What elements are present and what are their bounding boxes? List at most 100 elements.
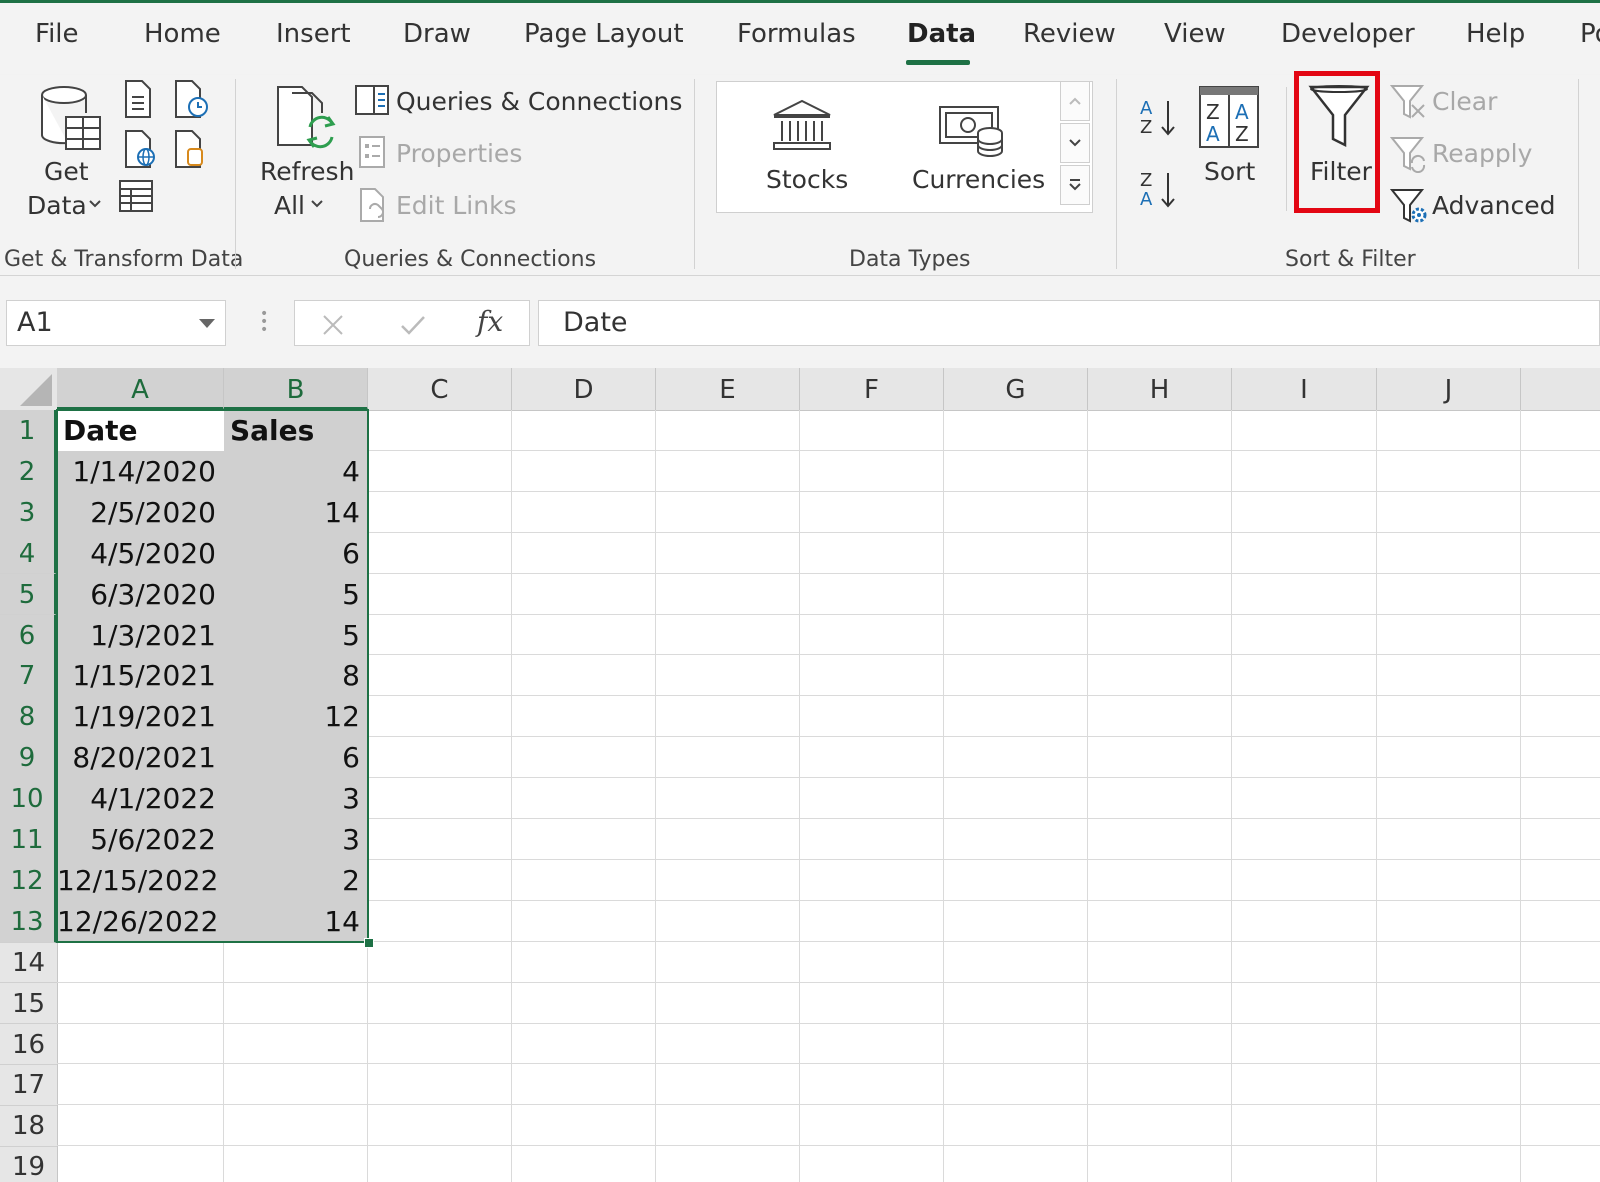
row-header-16[interactable]: 16 — [0, 1024, 57, 1066]
row-header-15[interactable]: 15 — [0, 983, 57, 1025]
tab-formulas[interactable]: Formulas — [737, 19, 856, 49]
row-gridline — [57, 981, 1600, 983]
column-header-e[interactable]: E — [656, 368, 800, 410]
gallery-scroll-up[interactable] — [1060, 81, 1090, 121]
column-header-j[interactable]: J — [1377, 368, 1521, 410]
svg-text:A: A — [1140, 189, 1153, 210]
spreadsheet-grid[interactable]: ABCDEFGHIJ 1 2 3 4 5 6 7 8 9 10 11 12 13 14 15 16 17 18 19… — [0, 368, 1600, 1182]
fill-handle[interactable] — [364, 937, 374, 948]
column-header-g[interactable]: G — [944, 368, 1088, 410]
column-gridline — [1376, 410, 1377, 1182]
filter-highlight-box — [1294, 71, 1380, 213]
row-gridline — [57, 1145, 1600, 1147]
column-header-a[interactable]: A — [57, 368, 224, 410]
advanced-label: Advanced — [1432, 191, 1556, 220]
clear-filter-icon — [1390, 85, 1425, 119]
row-header-7[interactable]: 7 — [0, 655, 57, 698]
formula-input-value: Date — [563, 307, 628, 338]
group-label-sort-filter: Sort & Filter — [1285, 247, 1416, 272]
group-separator — [1116, 79, 1117, 269]
sort-a-to-z-icon[interactable]: A Z — [1138, 95, 1180, 139]
formula-bar-buttons: fx — [294, 300, 530, 346]
from-web-icon[interactable] — [122, 129, 158, 169]
properties-label: Properties — [396, 139, 523, 168]
currencies-label: Currencies — [912, 165, 1046, 194]
tab-data[interactable]: Data — [907, 19, 976, 49]
column-gridline — [1520, 410, 1521, 1182]
row-header-14[interactable]: 14 — [0, 942, 57, 984]
row-header-11[interactable]: 11 — [0, 819, 57, 861]
group-separator — [1578, 79, 1579, 269]
existing-connections-icon[interactable] — [172, 129, 208, 169]
get-data-label-1: Get — [44, 157, 89, 186]
row-header-8[interactable]: 8 — [0, 696, 57, 739]
row-header-3[interactable]: 3 — [0, 491, 57, 534]
row-header-13[interactable]: 13 — [0, 900, 57, 943]
svg-text:A: A — [1140, 98, 1153, 119]
svg-text:Z: Z — [1140, 170, 1152, 191]
name-box-value: A1 — [17, 307, 53, 338]
name-box[interactable]: A1 — [6, 300, 226, 346]
svg-text:Z: Z — [1140, 117, 1152, 138]
tab-overflow[interactable]: Po — [1580, 19, 1600, 49]
column-header-b[interactable]: B — [224, 368, 368, 410]
tab-draw[interactable]: Draw — [403, 19, 471, 49]
reapply-label: Reapply — [1432, 139, 1533, 168]
row-header-1[interactable]: 1 — [0, 410, 57, 452]
column-header-h[interactable]: H — [1088, 368, 1232, 410]
row-header-9[interactable]: 9 — [0, 737, 57, 779]
tab-home[interactable]: Home — [144, 19, 221, 49]
group-separator — [1286, 87, 1287, 211]
refresh-all-label-1: Refresh — [260, 157, 355, 186]
row-gridline — [57, 1063, 1600, 1065]
formula-bar-resize-handle[interactable]: • • • — [260, 307, 268, 337]
from-text-icon[interactable] — [122, 79, 156, 119]
group-separator — [235, 79, 236, 269]
cancel-entry-icon[interactable] — [321, 313, 345, 337]
from-table-icon[interactable] — [118, 179, 154, 213]
column-header-d[interactable]: D — [512, 368, 656, 410]
row-header-12[interactable]: 12 — [0, 859, 57, 902]
confirm-entry-icon[interactable] — [399, 313, 427, 337]
ribbon: Get Data Get & Transform Data Refresh Al… — [0, 71, 1600, 276]
chevron-down-icon — [89, 200, 101, 208]
clear-label: Clear — [1432, 87, 1498, 116]
tab-developer[interactable]: Developer — [1281, 19, 1415, 49]
active-tab-indicator — [906, 60, 970, 65]
reapply-filter-icon — [1390, 137, 1426, 173]
queries-pane-icon — [355, 85, 389, 115]
svg-text:A: A — [1235, 100, 1249, 124]
gallery-expand[interactable] — [1060, 165, 1090, 205]
row-header-19[interactable]: 19 — [0, 1146, 57, 1182]
chevron-down-icon — [311, 200, 323, 208]
row-header-4[interactable]: 4 — [0, 532, 57, 575]
svg-text:A: A — [1206, 122, 1220, 146]
row-header-10[interactable]: 10 — [0, 778, 57, 820]
row-header-6[interactable]: 6 — [0, 614, 57, 657]
tab-help[interactable]: Help — [1466, 19, 1525, 49]
row-header-2[interactable]: 2 — [0, 450, 57, 493]
dropdown-arrow-icon[interactable] — [199, 319, 215, 328]
more-icon — [1069, 179, 1081, 191]
column-header-i[interactable]: I — [1232, 368, 1377, 410]
svg-text:Z: Z — [1206, 100, 1220, 124]
row-header-17[interactable]: 17 — [0, 1064, 57, 1107]
tab-review[interactable]: Review — [1023, 19, 1116, 49]
select-all-icon[interactable] — [18, 372, 54, 408]
insert-function-icon[interactable]: fx — [477, 305, 503, 338]
group-separator — [694, 79, 695, 269]
recent-sources-icon[interactable] — [172, 79, 210, 119]
formula-input[interactable]: Date — [538, 300, 1600, 346]
column-gridline — [1231, 410, 1232, 1182]
ribbon-tab-bar: File Home Insert Draw Page Layout Formul… — [0, 3, 1600, 75]
tab-view[interactable]: View — [1164, 19, 1226, 49]
column-header-c[interactable]: C — [368, 368, 512, 410]
tab-file[interactable]: File — [35, 19, 79, 49]
tab-insert[interactable]: Insert — [276, 19, 351, 49]
row-header-5[interactable]: 5 — [0, 573, 57, 616]
gallery-scroll-down[interactable] — [1060, 123, 1090, 163]
sort-z-to-a-icon[interactable]: Z A — [1138, 167, 1180, 211]
tab-page-layout[interactable]: Page Layout — [524, 19, 684, 49]
row-header-18[interactable]: 18 — [0, 1105, 57, 1148]
column-header-f[interactable]: F — [800, 368, 944, 410]
